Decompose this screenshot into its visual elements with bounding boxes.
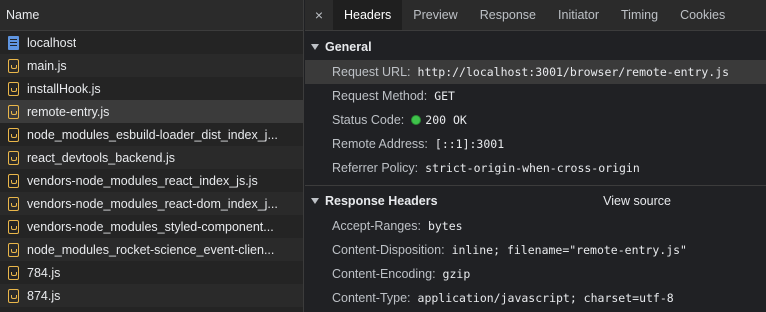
- header-value: strict-origin-when-cross-origin: [425, 161, 640, 175]
- content-disposition-row: Content-Disposition: inline; filename="r…: [305, 238, 766, 262]
- header-key: Accept-Ranges:: [332, 219, 421, 233]
- header-value: gzip: [442, 267, 471, 281]
- name-column-header[interactable]: Name: [0, 0, 303, 31]
- request-name: remote-entry.js: [27, 104, 110, 119]
- request-name: vendors-node_modules_react-dom_index_j..…: [27, 196, 278, 211]
- request-name: main.js: [27, 58, 67, 73]
- js-file-icon: [8, 58, 19, 73]
- response-headers-title-group: Response Headers: [311, 194, 438, 208]
- status-code-row: Status Code: 200 OK: [305, 108, 766, 132]
- header-value: bytes: [427, 219, 463, 233]
- js-file-icon: [8, 288, 19, 303]
- request-name: vendors-node_modules_styled-component...: [27, 219, 274, 234]
- request-name: 874.js: [27, 288, 61, 303]
- js-file-icon: [8, 196, 19, 211]
- header-key: Remote Address:: [332, 137, 428, 151]
- header-key: Request Method:: [332, 89, 428, 103]
- header-value: 200 OK: [425, 113, 467, 127]
- request-name: node_modules_rocket-science_event-clien.…: [27, 242, 275, 257]
- section-divider: [305, 185, 766, 186]
- request-row-remote-entry-js[interactable]: remote-entry.js: [0, 100, 303, 123]
- tab-cookies[interactable]: Cookies: [669, 0, 736, 30]
- header-key: Request URL:: [332, 65, 411, 79]
- header-key: Referrer Policy:: [332, 161, 419, 175]
- header-value: application/javascript; charset=utf-8: [417, 291, 674, 305]
- header-key: Content-Type:: [332, 291, 411, 305]
- request-row-874-js[interactable]: 874.js: [0, 284, 303, 307]
- request-row-localhost[interactable]: localhost: [0, 31, 303, 54]
- header-key: Content-Encoding:: [332, 267, 436, 281]
- accept-ranges-row: Accept-Ranges: bytes: [305, 214, 766, 238]
- request-row-vendors-react-dom[interactable]: vendors-node_modules_react-dom_index_j..…: [0, 192, 303, 215]
- request-row-esbuild-loader[interactable]: node_modules_esbuild-loader_dist_index_j…: [0, 123, 303, 146]
- request-name: vendors-node_modules_react_index_js.js: [27, 173, 258, 188]
- request-row-784-js[interactable]: 784.js: [0, 261, 303, 284]
- triangle-down-icon: [311, 198, 319, 204]
- document-icon: [8, 35, 19, 50]
- js-file-icon: [8, 150, 19, 165]
- referrer-policy-row: Referrer Policy: strict-origin-when-cros…: [305, 156, 766, 180]
- triangle-down-icon: [311, 44, 319, 50]
- tab-initiator[interactable]: Initiator: [547, 0, 610, 30]
- js-file-icon: [8, 242, 19, 257]
- request-details-panel: × Headers Preview Response Initiator Tim…: [305, 0, 766, 312]
- js-file-icon: [8, 127, 19, 142]
- header-value: GET: [434, 89, 455, 103]
- request-row-installhook-js[interactable]: installHook.js: [0, 77, 303, 100]
- request-row-vendors-react[interactable]: vendors-node_modules_react_index_js.js: [0, 169, 303, 192]
- request-name: react_devtools_backend.js: [27, 150, 176, 165]
- request-name: localhost: [27, 35, 77, 50]
- request-row-react-devtools[interactable]: react_devtools_backend.js: [0, 146, 303, 169]
- js-file-icon: [8, 219, 19, 234]
- request-row-vendors-styled-components[interactable]: vendors-node_modules_styled-component...: [0, 215, 303, 238]
- js-file-icon: [8, 104, 19, 119]
- request-name: 784.js: [27, 265, 61, 280]
- tab-timing[interactable]: Timing: [610, 0, 669, 30]
- js-file-icon: [8, 265, 19, 280]
- content-encoding-row: Content-Encoding: gzip: [305, 262, 766, 286]
- js-file-icon: [8, 81, 19, 96]
- request-row-rocket-science[interactable]: node_modules_rocket-science_event-clien.…: [0, 238, 303, 261]
- general-section-toggle[interactable]: General: [305, 34, 766, 60]
- remote-address-row: Remote Address: [::1]:3001: [305, 132, 766, 156]
- tab-preview[interactable]: Preview: [402, 0, 468, 30]
- request-name: node_modules_esbuild-loader_dist_index_j…: [27, 127, 278, 142]
- general-section-title: General: [325, 40, 372, 54]
- request-list-panel: Name localhost main.js installHook.js re…: [0, 0, 304, 312]
- header-value: http://localhost:3001/browser/remote-ent…: [417, 65, 730, 79]
- tab-headers[interactable]: Headers: [333, 0, 403, 30]
- header-value: [::1]:3001: [434, 137, 505, 151]
- header-key: Content-Disposition:: [332, 243, 445, 257]
- header-value: inline; filename="remote-entry.js": [451, 243, 687, 257]
- view-source-link[interactable]: View source: [603, 194, 671, 208]
- tab-response[interactable]: Response: [469, 0, 547, 30]
- response-headers-section-toggle[interactable]: Response Headers View source: [305, 188, 766, 214]
- header-key: Status Code:: [332, 113, 405, 127]
- request-url-row: Request URL: http://localhost:3001/brows…: [305, 60, 766, 84]
- request-row-main-js[interactable]: main.js: [0, 54, 303, 77]
- request-name: installHook.js: [27, 81, 101, 96]
- content-type-row: Content-Type: application/javascript; ch…: [305, 286, 766, 310]
- details-tab-bar: × Headers Preview Response Initiator Tim…: [305, 0, 766, 31]
- close-icon[interactable]: ×: [305, 0, 333, 30]
- status-ok-icon: [411, 115, 422, 125]
- request-method-row: Request Method: GET: [305, 84, 766, 108]
- response-headers-title: Response Headers: [325, 194, 438, 208]
- js-file-icon: [8, 173, 19, 188]
